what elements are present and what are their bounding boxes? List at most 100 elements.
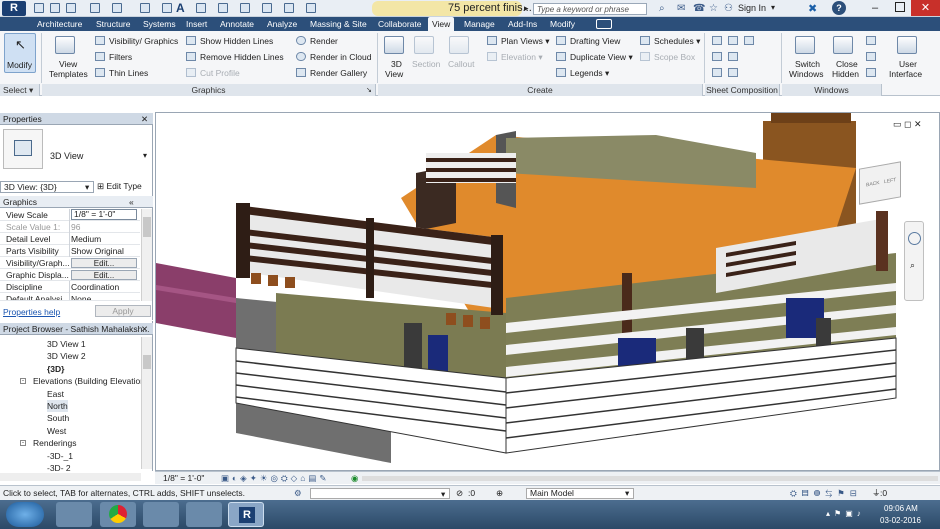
show-hidden-lines-button[interactable]: Show Hidden Lines bbox=[200, 36, 273, 46]
viewcube[interactable]: BACK LEFT bbox=[859, 161, 901, 205]
design-option-dropdown[interactable]: Main Model ▾ bbox=[526, 488, 634, 499]
viewports-icon[interactable] bbox=[728, 68, 738, 77]
properties-scrollbar[interactable] bbox=[141, 209, 152, 301]
tab-view[interactable]: View bbox=[428, 17, 455, 31]
legends-button[interactable]: Legends ▾ bbox=[570, 68, 609, 79]
switch-windows-icon[interactable] bbox=[795, 36, 815, 54]
remove-hidden-lines-button[interactable]: Remove Hidden Lines bbox=[200, 52, 284, 62]
close-hidden-icon[interactable] bbox=[262, 3, 272, 13]
replicate-icon[interactable] bbox=[866, 36, 876, 45]
clock-date[interactable]: 03-02-2016 bbox=[880, 516, 921, 525]
schedules-button[interactable]: Schedules ▾ bbox=[654, 36, 700, 47]
chevron-right-icon[interactable]: ▸ bbox=[524, 3, 529, 14]
steering-wheel-icon[interactable] bbox=[908, 232, 921, 245]
reveal-hidden-icon[interactable]: ◉ bbox=[351, 472, 358, 484]
render-button[interactable]: Render bbox=[310, 36, 338, 46]
browser-item[interactable]: {3D} bbox=[47, 363, 64, 375]
view-templates-icon[interactable] bbox=[55, 36, 75, 54]
tab-architecture[interactable]: Architecture bbox=[37, 17, 82, 31]
property-discipline[interactable]: Discipline Coordination bbox=[0, 281, 140, 293]
clock-time[interactable]: 09:06 AM bbox=[884, 504, 918, 513]
matchline-icon[interactable] bbox=[728, 52, 738, 61]
minimize-icon[interactable]: – bbox=[872, 2, 878, 14]
browser-item[interactable]: Renderings bbox=[33, 437, 76, 449]
help-icon[interactable]: ? bbox=[832, 1, 846, 15]
graphics-group[interactable]: Graphics « bbox=[0, 196, 153, 208]
undo-icon[interactable] bbox=[90, 3, 100, 13]
window-controls[interactable]: ▭ ◻ ✕ bbox=[893, 119, 922, 130]
editable-only-icon[interactable]: ⊘ bbox=[456, 486, 463, 501]
switch-windows-button[interactable]: Windows bbox=[789, 69, 823, 79]
dialog-launcher-icon[interactable]: ↘ bbox=[366, 86, 372, 94]
sign-in-link[interactable]: Sign In bbox=[738, 3, 766, 13]
property-parts-visibility[interactable]: Parts Visibility Show Original bbox=[0, 245, 140, 257]
select-panel-label[interactable]: Select ▾ bbox=[0, 84, 40, 96]
revisions-icon[interactable] bbox=[744, 36, 754, 45]
section-icon[interactable] bbox=[218, 3, 228, 13]
customize-toolbar-icon[interactable] bbox=[306, 3, 316, 13]
worksets-icon[interactable]: ⚙ bbox=[294, 486, 302, 501]
scroll-thumb[interactable] bbox=[143, 217, 151, 237]
thin-lines-icon[interactable] bbox=[240, 3, 250, 13]
modify-button[interactable]: ↖ Modify bbox=[4, 33, 36, 73]
tab-modify[interactable]: Modify bbox=[550, 17, 575, 31]
tab-massing-site[interactable]: Massing & Site bbox=[310, 17, 367, 31]
view-scale[interactable]: 1/8" = 1'-0" bbox=[163, 472, 204, 484]
property-default-analysis[interactable]: Default Analysi... None bbox=[0, 293, 140, 301]
cut-profile-button[interactable]: Cut Profile bbox=[200, 68, 240, 78]
favorites-star-icon[interactable]: ☆ bbox=[709, 3, 718, 14]
edit-visibility-button[interactable]: Edit... bbox=[71, 258, 137, 268]
browser-item[interactable]: 3D View 1 bbox=[47, 338, 86, 350]
user-icon[interactable]: ⚇ bbox=[724, 3, 733, 14]
dimension-icon[interactable] bbox=[162, 3, 172, 13]
section-button[interactable]: Section bbox=[412, 59, 440, 69]
browser-item[interactable]: East bbox=[47, 388, 64, 400]
type-chevron-icon[interactable]: ▾ bbox=[143, 151, 147, 160]
panel-toggle-icon[interactable] bbox=[596, 19, 612, 29]
tree-expander-icon[interactable]: - bbox=[20, 440, 26, 447]
browser-hscrollbar[interactable] bbox=[0, 473, 141, 481]
view-hscrollbar[interactable] bbox=[362, 476, 938, 481]
plan-views-button[interactable]: Plan Views ▾ bbox=[501, 36, 550, 47]
visibility-graphics-button[interactable]: Visibility/ Graphics bbox=[109, 36, 178, 46]
redo-icon[interactable] bbox=[112, 3, 122, 13]
duplicate-view-button[interactable]: Duplicate View ▾ bbox=[570, 52, 633, 63]
view-templates-button[interactable]: Templates bbox=[49, 69, 88, 79]
measure-icon[interactable] bbox=[140, 3, 150, 13]
taskbar-explorer-icon[interactable] bbox=[56, 502, 92, 527]
maximize-icon[interactable] bbox=[895, 2, 905, 12]
tray-icons[interactable]: ▴⚑▣♪ bbox=[826, 509, 865, 518]
tab-insert[interactable]: Insert bbox=[186, 17, 207, 31]
workset-dropdown[interactable]: ▾ bbox=[310, 488, 450, 499]
chevron-down-icon[interactable]: ▾ bbox=[771, 3, 775, 12]
switch-windows-icon[interactable] bbox=[284, 3, 294, 13]
user-interface-icon[interactable] bbox=[897, 36, 917, 54]
zoom-icon[interactable]: ⌕ bbox=[910, 260, 915, 271]
selection-filter-icons[interactable]: ⛭▤◍⇆⚑⊟ bbox=[790, 486, 862, 501]
tab-structure[interactable]: Structure bbox=[96, 17, 131, 31]
guide-grid-icon[interactable] bbox=[712, 52, 722, 61]
scope-box-button[interactable]: Scope Box bbox=[654, 52, 695, 62]
close-hidden-button[interactable]: Hidden bbox=[832, 69, 859, 79]
open-icon[interactable] bbox=[34, 3, 44, 13]
design-options-icon[interactable]: ⊕ bbox=[496, 486, 503, 501]
3d-view-button[interactable]: View bbox=[385, 69, 403, 79]
tab-analyze[interactable]: Analyze bbox=[267, 17, 297, 31]
filters-button[interactable]: Filters bbox=[109, 52, 132, 62]
search-input[interactable]: Type a keyword or phrase bbox=[533, 3, 647, 15]
property-detail-level[interactable]: Detail Level Medium bbox=[0, 233, 140, 245]
property-view-scale[interactable]: View Scale 1/8" = 1'-0" bbox=[0, 209, 140, 221]
communication-icon[interactable]: ☎ bbox=[693, 3, 705, 14]
close-hidden-icon[interactable] bbox=[833, 36, 853, 54]
browser-item[interactable]: Elevations (Building Elevation bbox=[33, 375, 145, 387]
subscription-icon[interactable]: ✉ bbox=[677, 3, 685, 14]
browser-scrollbar[interactable] bbox=[141, 337, 152, 469]
tab-collaborate[interactable]: Collaborate bbox=[378, 17, 421, 31]
thin-lines-button[interactable]: Thin Lines bbox=[109, 68, 148, 78]
render-gallery-button[interactable]: Render Gallery bbox=[310, 68, 367, 78]
taskbar-chrome-icon[interactable] bbox=[100, 502, 136, 527]
titleblock-icon[interactable] bbox=[728, 36, 738, 45]
default-3d-view-icon[interactable] bbox=[196, 3, 206, 13]
taskbar-computer-icon[interactable] bbox=[186, 502, 222, 527]
view-control-icons[interactable]: ▣◐◈✦☀◎⛭◇⌂▤✎ bbox=[221, 472, 330, 484]
